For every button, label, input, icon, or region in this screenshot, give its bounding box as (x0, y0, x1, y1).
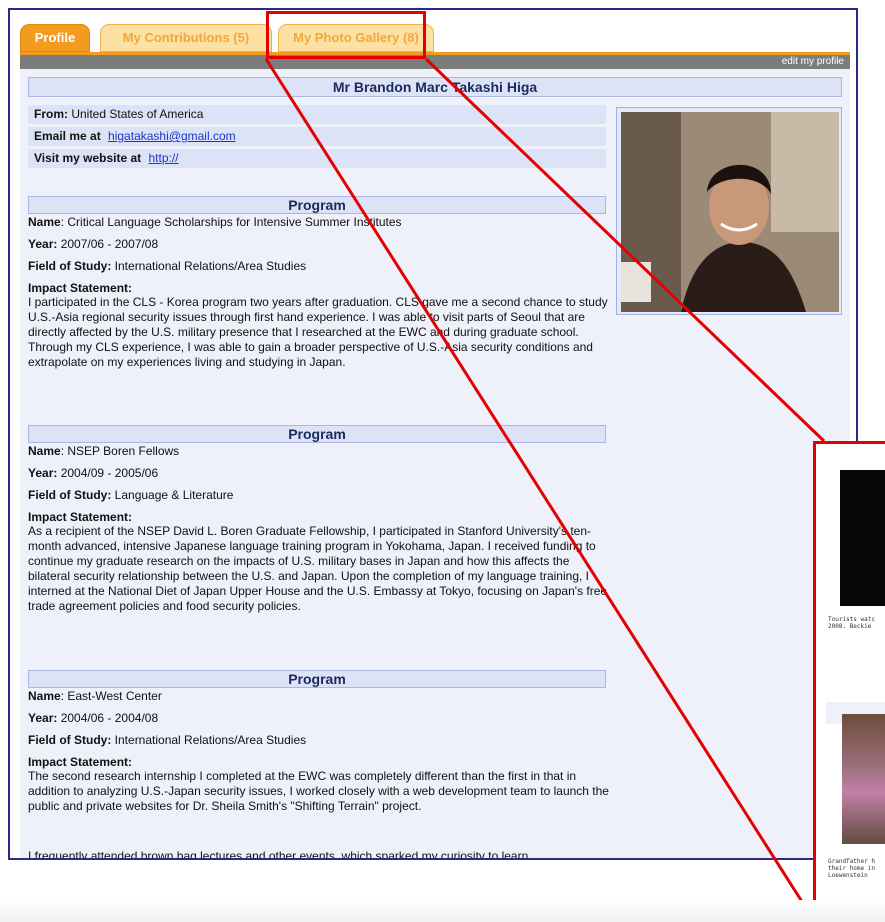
gallery-photo-caption: Tourists watc 2008. Beckie (828, 616, 875, 630)
gallery-photo-thumbnail[interactable] (840, 470, 885, 606)
zoomed-photo-gallery-preview: Tourists watc 2008. Beckie Grandfather h… (813, 441, 885, 919)
gallery-photo-thumbnail[interactable] (842, 714, 885, 844)
gallery-photo-caption: Grandfather h their home in Loewenstein (828, 858, 875, 879)
zoom-callout-lines (264, 57, 826, 920)
page-footer-fade (0, 900, 885, 922)
